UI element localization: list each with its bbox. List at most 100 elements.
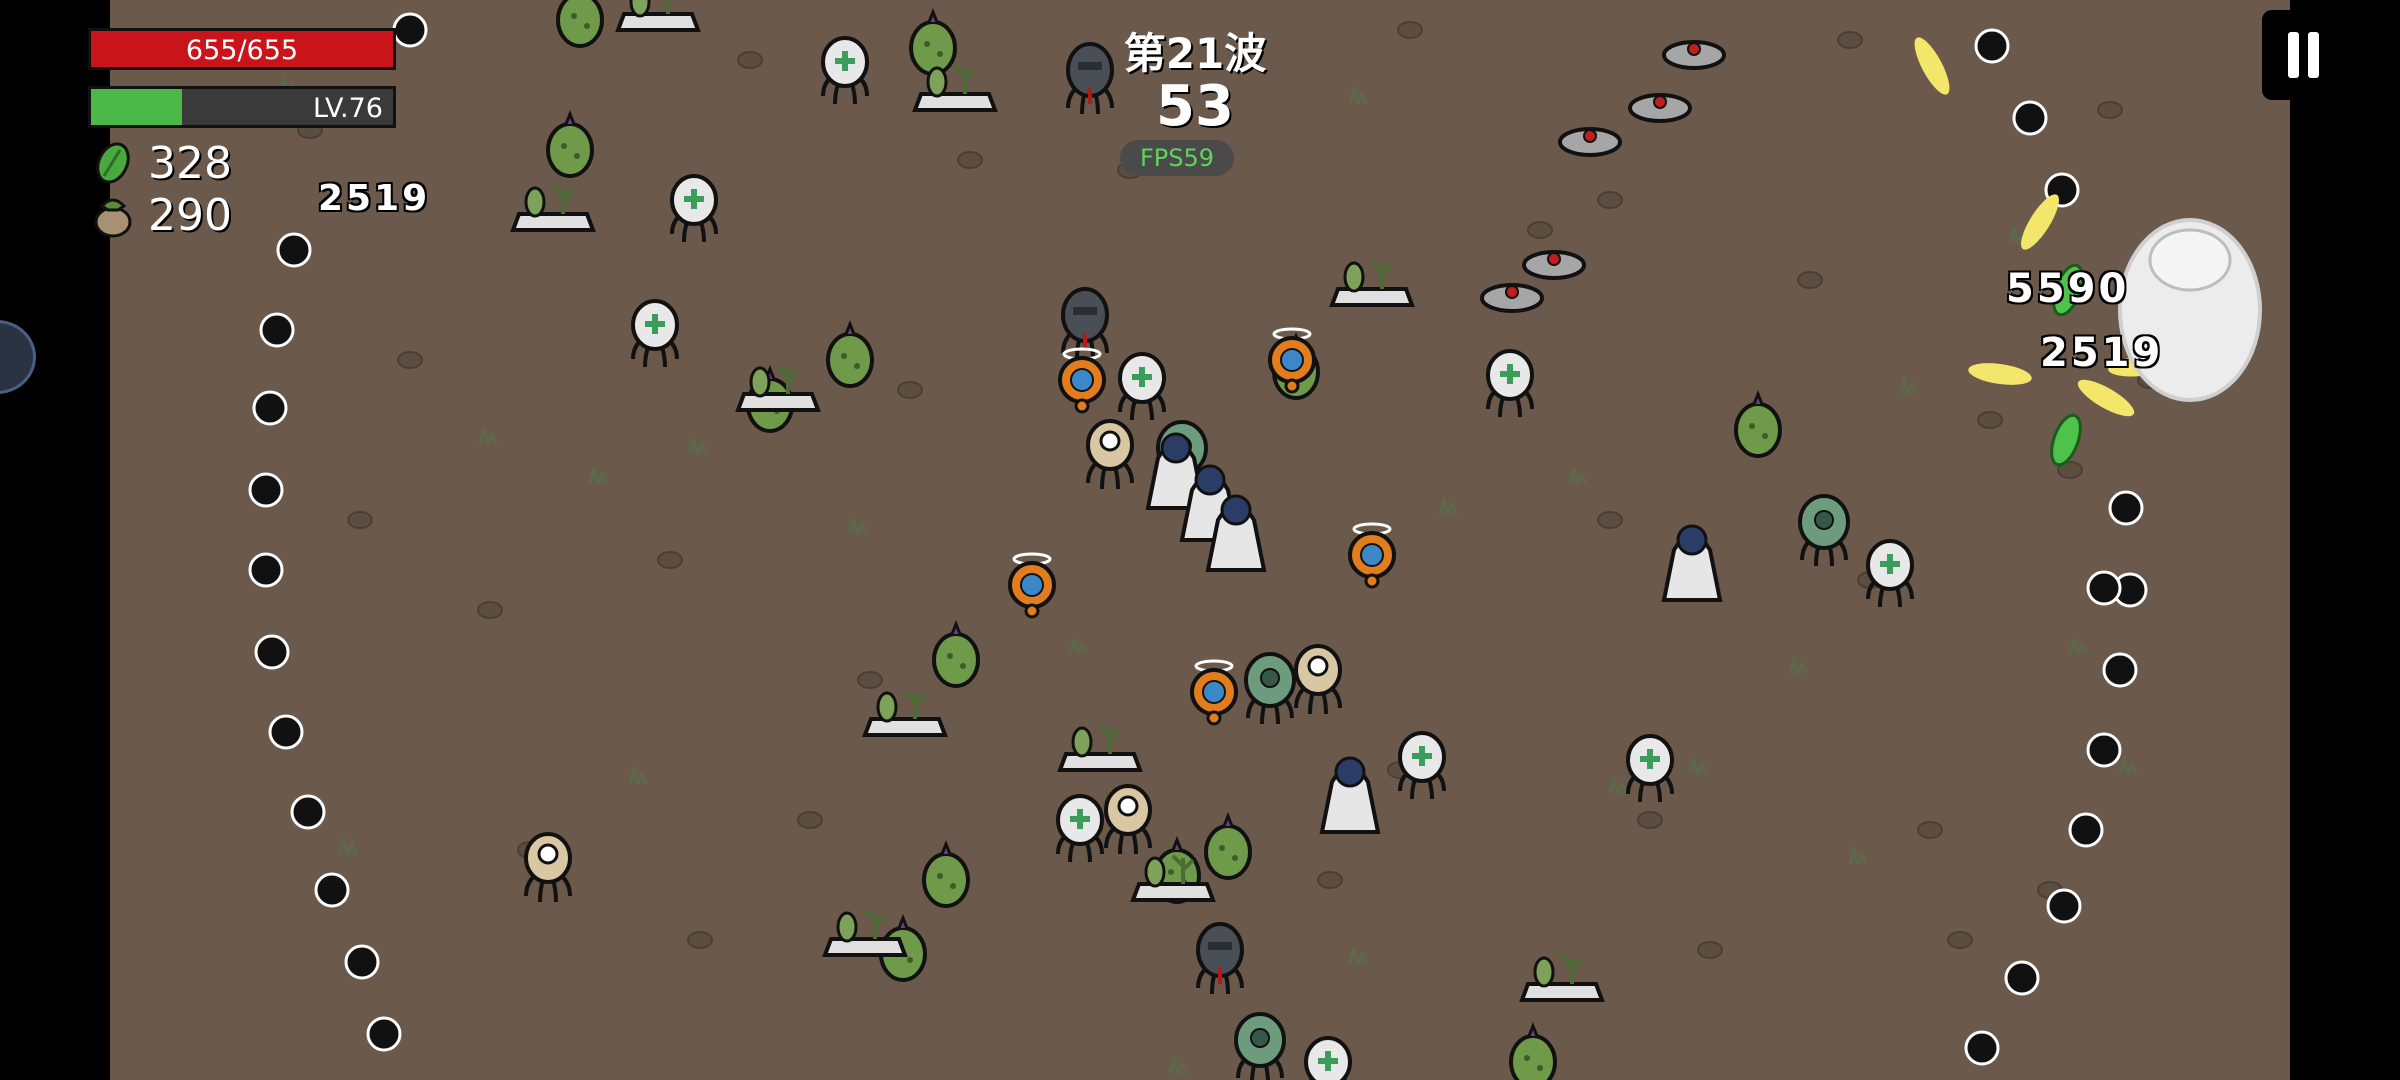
- medic-enemy: [1866, 539, 1914, 608]
- experience-bar: LV.76: [88, 86, 396, 128]
- pebble: [1837, 31, 1863, 49]
- grass-tuft: [1168, 1054, 1188, 1075]
- black-orb-projectile: [2108, 490, 2144, 526]
- health-bar: 655/655: [88, 28, 396, 70]
- pebble: [797, 811, 823, 829]
- pebble: [1977, 411, 2003, 429]
- yellow-bullet: [1968, 363, 2032, 385]
- black-orb-projectile: [290, 794, 326, 830]
- planter-turret: [510, 184, 596, 232]
- pebble: [1527, 221, 1553, 239]
- helmet-enemy: [1196, 922, 1244, 995]
- grass-tuft: [1898, 374, 1918, 395]
- pebble: [1697, 941, 1723, 959]
- grass-tuft: [1348, 84, 1368, 105]
- yellow-bullet: [1914, 37, 1950, 95]
- level-text: LV.76: [312, 93, 383, 124]
- landmine: [1558, 127, 1622, 157]
- grass-tuft: [628, 764, 648, 785]
- pebble: [397, 351, 423, 369]
- black-orb-projectile: [248, 552, 284, 588]
- pebble: [897, 381, 923, 399]
- grass-tuft: [1068, 634, 1088, 655]
- tan-robot-enemy: [524, 832, 572, 903]
- cactus-enemy: [556, 0, 604, 48]
- orange-drone-ally: [1190, 659, 1238, 726]
- pebble: [1597, 191, 1623, 209]
- medic-enemy: [1304, 1036, 1352, 1080]
- experience-bar-fill: [91, 89, 182, 125]
- pebble: [1317, 871, 1343, 889]
- pebble: [737, 51, 763, 69]
- medic-enemy: [1118, 352, 1166, 421]
- wave-title: 第21波: [1123, 29, 1267, 78]
- black-orb-projectile: [1974, 28, 2010, 64]
- black-orb-projectile: [2012, 100, 2048, 136]
- black-orb-projectile: [268, 714, 304, 750]
- pebble: [1797, 271, 1823, 289]
- pebble: [347, 511, 373, 529]
- black-orb-projectile: [252, 390, 288, 426]
- planter-turret: [1057, 724, 1143, 772]
- grass-tuft: [1788, 654, 1808, 675]
- wave-timer: 53: [1156, 74, 1234, 139]
- green-leaf-icon: [96, 142, 130, 184]
- cyclops-enemy: [1244, 652, 1296, 725]
- pebble: [1637, 811, 1663, 829]
- cactus-enemy: [909, 7, 957, 76]
- planter-turret: [615, 0, 701, 32]
- cactus-enemy: [1204, 811, 1252, 880]
- cactus-enemy: [932, 619, 980, 688]
- grass-tuft: [1688, 754, 1708, 775]
- pause-button[interactable]: [2262, 10, 2346, 100]
- landmine: [1662, 40, 1726, 70]
- medic-enemy: [1056, 794, 1104, 863]
- medic-enemy: [631, 299, 679, 368]
- green-material-drop: [2050, 413, 2082, 467]
- planter-turret: [1329, 259, 1415, 307]
- pebble: [957, 151, 983, 169]
- grass-tuft: [1568, 464, 1588, 485]
- landmine: [1522, 250, 1586, 280]
- planter-turret: [1519, 954, 1605, 1002]
- black-orb-projectile: [2086, 732, 2122, 768]
- grass-tuft: [588, 464, 608, 485]
- sheet-ghost-enemy: [1661, 524, 1723, 602]
- cactus-enemy: [922, 839, 970, 908]
- grass-tuft: [1848, 844, 1868, 865]
- money-bag-icon: [94, 198, 132, 238]
- grass-tuft: [688, 434, 708, 455]
- bag-value: 290: [148, 189, 232, 241]
- cyclops-enemy: [1234, 1012, 1286, 1080]
- damage-number: 2519: [318, 178, 431, 219]
- pebble: [1397, 21, 1423, 39]
- black-orb-projectile: [2102, 652, 2138, 688]
- cyclops-enemy: [1798, 494, 1850, 567]
- medic-enemy: [1486, 349, 1534, 418]
- grass-tuft: [478, 424, 498, 445]
- black-orb-projectile: [344, 944, 380, 980]
- tan-robot-enemy: [1086, 419, 1134, 490]
- pebble: [687, 931, 713, 949]
- tan-robot-enemy: [1294, 644, 1342, 715]
- grass-tuft: [2118, 754, 2138, 775]
- black-orb-projectile: [366, 1016, 402, 1052]
- black-orb-projectile: [254, 634, 290, 670]
- grass-tuft: [848, 514, 868, 535]
- black-orb-projectile: [2046, 888, 2082, 924]
- black-orb-projectile: [2086, 570, 2122, 606]
- black-orb-projectile: [276, 232, 312, 268]
- materials-value: 328: [148, 137, 232, 189]
- orange-drone-ally: [1008, 552, 1056, 619]
- black-orb-projectile: [259, 312, 295, 348]
- cactus-enemy: [1509, 1021, 1557, 1080]
- pebble: [477, 601, 503, 619]
- side-menu-button[interactable]: [0, 320, 36, 394]
- yellow-bullet: [2021, 194, 2059, 250]
- orange-drone-ally: [1348, 522, 1396, 589]
- pebble: [857, 671, 883, 689]
- grass-tuft: [1608, 774, 1628, 795]
- grass-tuft: [1348, 944, 1368, 965]
- cactus-enemy: [546, 109, 594, 178]
- pebble: [1917, 821, 1943, 839]
